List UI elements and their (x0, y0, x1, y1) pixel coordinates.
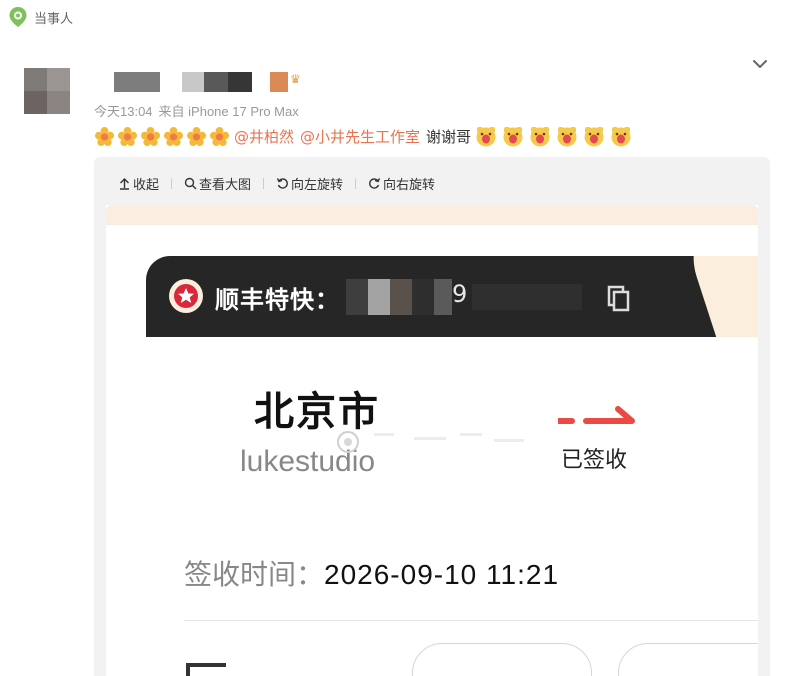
copy-icon[interactable] (606, 284, 632, 312)
divider (184, 620, 758, 621)
rotate-left-label: 向左旋转 (291, 177, 344, 193)
mention-link[interactable]: @井柏然 (234, 126, 294, 147)
action-button[interactable] (412, 643, 592, 676)
face-emoji-icon (476, 127, 496, 147)
rotate-left-button[interactable]: 向左旋转 (276, 174, 343, 193)
post-message: 谢谢哥 (426, 127, 472, 146)
tracking-number-tail: 9 (452, 280, 468, 308)
source-label: 当事人 (34, 11, 74, 27)
face-emoji-icon (557, 127, 577, 147)
delivery-arrow-icon (558, 406, 635, 424)
mention-link[interactable]: @小井先生工作室 (300, 126, 420, 147)
sign-time-row: 签收时间： 2026-09-10 11:21 (184, 553, 559, 593)
collapse-label: 收起 (133, 177, 160, 193)
toolbar-divider (263, 177, 265, 189)
cropped-text-fragment (186, 663, 226, 676)
toolbar-divider (171, 177, 173, 189)
rotate-right-icon (369, 177, 381, 189)
vip-crown-icon: ♛ (290, 72, 301, 86)
carrier-header: 顺丰特快： 9 (146, 256, 758, 337)
avatar[interactable] (24, 68, 70, 114)
image-viewer: 收起 查看大图 向左旋转 向右旋转 顺丰特快： 9 北京市 lukestudio… (94, 157, 770, 676)
flower-emoji-icon (140, 126, 161, 146)
sign-time-value: 2026-09-10 11:21 (324, 559, 560, 590)
action-button[interactable] (618, 643, 758, 676)
face-emoji-icon (611, 127, 631, 147)
face-emoji-icon (503, 127, 523, 147)
username-mosaic[interactable]: ♛ (114, 72, 310, 92)
card-top-strip (106, 205, 758, 225)
face-emoji-icon (584, 127, 604, 147)
collapse-up-icon (120, 177, 129, 190)
post-device: 来自 iPhone 17 Pro Max (158, 104, 299, 119)
post-time[interactable]: 今天13:04 (94, 104, 153, 119)
carrier-label: 顺丰特快： (215, 286, 340, 314)
sign-time-label: 签收时间： (184, 558, 325, 591)
face-emoji-icon (530, 127, 550, 147)
post-meta: 今天13:04 来自 iPhone 17 Pro Max (94, 101, 299, 120)
collapse-button[interactable]: 收起 (118, 174, 159, 193)
delivery-status: 已签收 (561, 448, 628, 473)
search-icon (184, 177, 197, 189)
source-tag: 当事人 (8, 6, 73, 28)
view-large-label: 查看大图 (199, 177, 252, 193)
flower-emoji-icon (209, 126, 230, 146)
chevron-down-icon[interactable] (750, 54, 770, 74)
tracking-number-blur (472, 284, 582, 310)
attached-image[interactable]: 顺丰特快： 9 北京市 lukestudio 已签收 签收时间： 2026-09… (106, 205, 758, 676)
sf-express-logo-icon (169, 279, 203, 313)
location-pin-icon (9, 7, 27, 27)
rotate-right-label: 向右旋转 (383, 177, 436, 193)
toolbar-divider (355, 177, 357, 189)
flower-emoji-icon (117, 126, 138, 146)
flower-emoji-icon (94, 126, 115, 146)
rotate-left-icon (276, 177, 288, 189)
view-large-button[interactable]: 查看大图 (184, 174, 251, 193)
image-toolbar: 收起 查看大图 向左旋转 向右旋转 (118, 173, 435, 193)
flower-emoji-icon (186, 126, 207, 146)
rotate-right-button[interactable]: 向右旋转 (368, 174, 435, 193)
flower-emoji-icon (163, 126, 184, 146)
post-text: @井柏然 @小井先生工作室 谢谢哥 (94, 124, 637, 148)
weibo-watermark-icon (337, 431, 524, 453)
